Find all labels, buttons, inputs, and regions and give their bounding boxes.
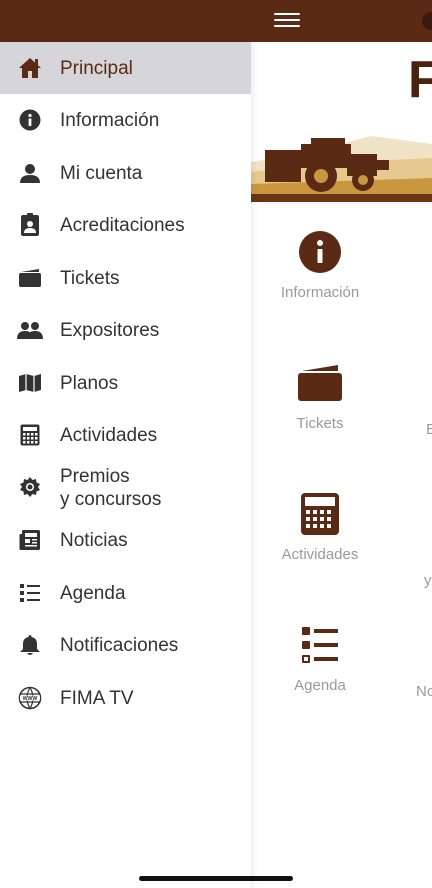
- drawer-item-expositores[interactable]: Expositores: [0, 304, 251, 356]
- home-indicator: [139, 876, 293, 881]
- grid-item-label-partial: No: [416, 683, 432, 700]
- award-icon: [17, 475, 43, 501]
- grid-item-label: Información: [280, 284, 360, 301]
- top-bar: [0, 0, 432, 42]
- drawer-item-label: Agenda: [60, 582, 126, 604]
- newspaper-icon: [17, 527, 43, 553]
- drawer-item-tickets[interactable]: Tickets: [0, 252, 251, 304]
- user-icon: [17, 160, 43, 186]
- drawer-item-planos[interactable]: Planos: [0, 357, 251, 409]
- grid-item-tickets[interactable]: Tickets: [250, 361, 390, 432]
- drawer-item-informacion[interactable]: Información: [0, 94, 251, 146]
- drawer-item-label: Actividades: [60, 424, 158, 446]
- drawer-item-label: Expositores: [60, 319, 160, 341]
- drawer-item-principal[interactable]: Principal: [0, 42, 251, 94]
- drawer-item-label: Principal: [60, 57, 133, 79]
- drawer-item-label: Acreditaciones: [60, 214, 185, 236]
- grid-item-actividades[interactable]: Actividades: [250, 492, 390, 563]
- top-bar-action[interactable]: [422, 12, 432, 30]
- drawer-item-label: FIMA TV: [60, 687, 134, 709]
- svg-text:WWW: WWW: [23, 696, 38, 702]
- bell-icon: [17, 632, 43, 658]
- hero-tractor-image: [251, 122, 432, 202]
- home-icon: [17, 55, 43, 81]
- brand-logo-text: F: [408, 51, 432, 109]
- calculator-icon: [17, 422, 43, 448]
- drawer-item-label: Tickets: [60, 267, 120, 289]
- grid-item-label: Tickets: [296, 415, 344, 432]
- map-icon: [17, 370, 43, 396]
- grid-item-agenda[interactable]: Agenda: [250, 623, 390, 694]
- drawer-item-agenda[interactable]: Agenda: [0, 567, 251, 619]
- drawer-item-fima-tv[interactable]: WWW FIMA TV: [0, 672, 251, 724]
- grid-item-label: Agenda: [294, 677, 346, 694]
- grid-item-label-partial: y: [424, 572, 432, 589]
- calculator-icon: [301, 493, 339, 535]
- drawer-item-mi-cuenta[interactable]: Mi cuenta: [0, 147, 251, 199]
- drawer-item-noticias[interactable]: Noticias: [0, 514, 251, 566]
- list-icon: [302, 627, 338, 663]
- drawer-item-label: Información: [60, 109, 160, 131]
- drawer-item-label: Premios y concursos: [60, 466, 162, 510]
- www-globe-icon: WWW: [17, 685, 43, 711]
- info-icon: [17, 107, 43, 133]
- drawer-item-label: Planos: [60, 372, 119, 394]
- info-icon: [299, 231, 341, 273]
- drawer-item-notificaciones[interactable]: Notificaciones: [0, 619, 251, 671]
- grid-item-informacion[interactable]: Información: [250, 230, 390, 301]
- badge-icon: [17, 212, 43, 238]
- ticket-icon: [298, 365, 342, 401]
- navigation-drawer: Principal Información Mi cuenta Acredita…: [0, 42, 251, 888]
- grid-item-label: Actividades: [281, 546, 359, 563]
- list-icon: [17, 580, 43, 606]
- drawer-item-label: Noticias: [60, 529, 128, 551]
- drawer-item-actividades[interactable]: Actividades: [0, 409, 251, 461]
- hamburger-menu-icon[interactable]: [274, 10, 300, 30]
- users-icon: [17, 317, 43, 343]
- drawer-item-label: Mi cuenta: [60, 162, 143, 184]
- grid-item-label-partial: E: [426, 421, 432, 438]
- ticket-icon: [17, 265, 43, 291]
- drawer-item-label: Notificaciones: [60, 634, 179, 656]
- drawer-item-premios[interactable]: Premios y concursos: [0, 462, 251, 514]
- drawer-item-acreditaciones[interactable]: Acreditaciones: [0, 199, 251, 251]
